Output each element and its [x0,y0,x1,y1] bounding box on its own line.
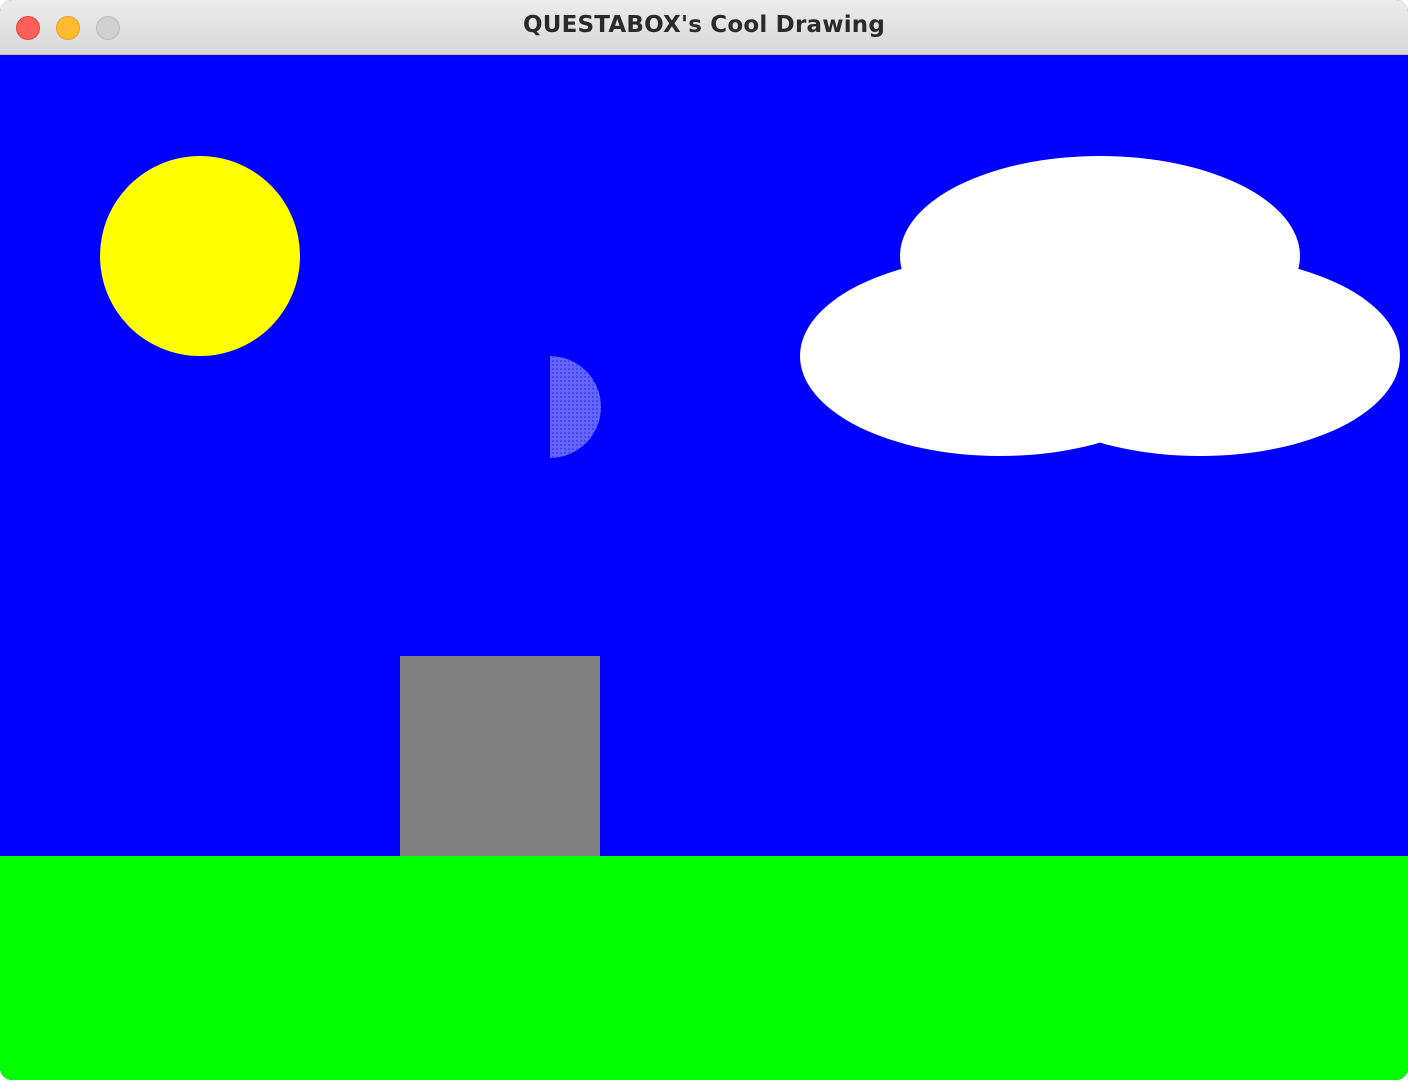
title-bar[interactable]: QUESTABOX's Cool Drawing [0,0,1408,55]
sun [100,156,300,356]
drawing-svg [0,56,1408,1080]
building [400,656,600,856]
ground [0,856,1408,1080]
window-title: QUESTABOX's Cool Drawing [522,12,886,38]
app-window: QUESTABOX's Cool Drawing [0,0,1408,1080]
drawing-canvas [0,56,1408,1080]
